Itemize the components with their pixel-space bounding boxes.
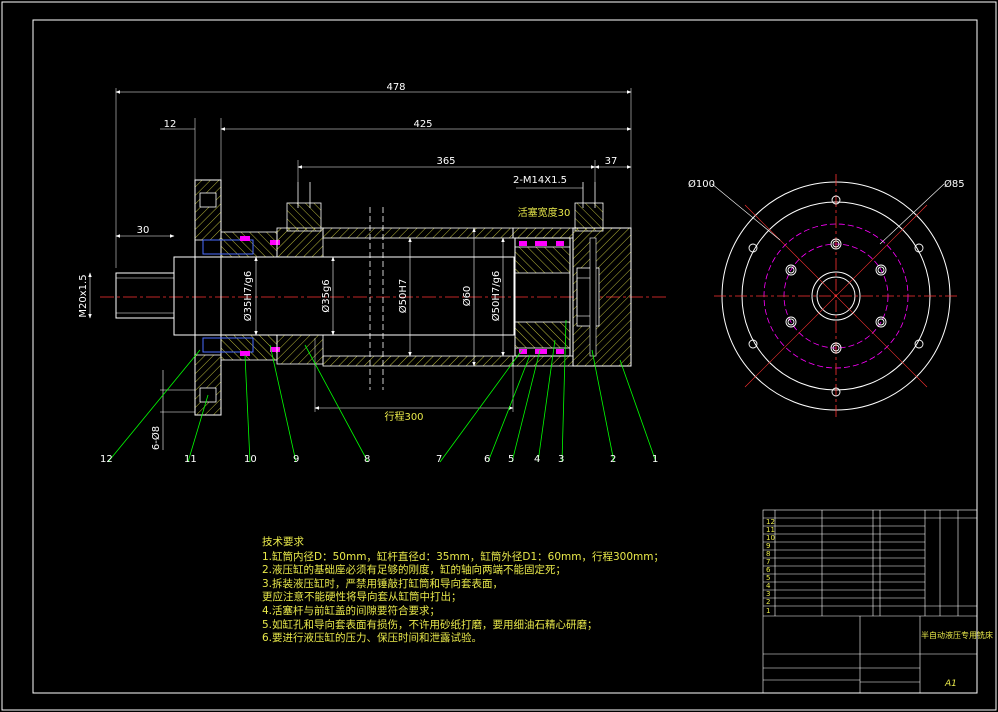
dim-12: 12: [164, 119, 177, 130]
dim-piston: Ø50H7/g6: [490, 271, 502, 322]
part-label-4: 4: [534, 454, 540, 465]
dim-bore: Ø50H7: [397, 279, 409, 313]
tb-row-5: 5: [766, 574, 770, 582]
part-label-8: 8: [364, 454, 370, 465]
tb-row-6: 6: [766, 566, 771, 574]
part-label-11: 11: [184, 454, 197, 465]
tech-req-line-6: 5.如缸孔和导向套表面有损伤，不许用砂纸打磨，要用细油石精心研磨；: [262, 618, 598, 631]
dim-thread-port: 2-M14X1.5: [513, 175, 567, 186]
dim-rod-thread: M20x1.5: [78, 274, 89, 317]
tech-req-line-1: 1.缸筒内径D：50mm，缸杆直径d：35mm，缸筒外径D1：60mm，行程30…: [262, 550, 664, 563]
dim-overall: 478: [386, 82, 405, 93]
tb-sheet-size: A1: [944, 679, 957, 689]
tb-row-8: 8: [766, 550, 770, 558]
dim-rod-bore: Ø35H7/g6: [242, 271, 254, 322]
tb-row-3: 3: [766, 590, 770, 598]
tb-row-11: 11: [766, 526, 775, 534]
technical-requirements: 技术要求 1.缸筒内径D：50mm，缸杆直径d：35mm，缸筒外径D1：60mm…: [262, 536, 664, 646]
part-label-12: 12: [100, 454, 113, 465]
part-label-5: 5: [508, 454, 514, 465]
dim-holes: 6-Ø8: [150, 426, 162, 450]
part-label-1: 1: [652, 454, 658, 465]
end-view: Ø100 Ø85: [688, 174, 965, 418]
tech-req-line-4: 更应注意不能硬性将导向套从缸筒中打出；: [262, 591, 462, 604]
tb-row-4: 4: [766, 582, 771, 590]
tech-req-line-3: 3.拆装液压缸时，严禁用锤敲打缸筒和导向套表面，: [262, 577, 504, 590]
part-number-labels: 12 11 10 9 8 7 6 5 4 3 2 1: [100, 454, 658, 465]
tb-row-1: 1: [766, 607, 770, 615]
title-block-text: 12 11 10 9 8 7 6 5 4 3 2 1 半自动液压专用铣床 A1: [766, 518, 993, 689]
part-label-2: 2: [610, 454, 616, 465]
dim-end-d100: Ø100: [688, 178, 715, 190]
tech-req-title: 技术要求: [262, 536, 304, 548]
dim-piston-width: 活塞宽度30: [518, 206, 571, 219]
part-label-6: 6: [484, 454, 490, 465]
dim-end-d85: Ø85: [944, 178, 965, 190]
tech-req-line-5: 4.活塞杆与前缸盖的间隙要符合要求；: [262, 604, 441, 617]
dim-stroke: 行程300: [384, 410, 423, 423]
dim-30: 30: [137, 225, 150, 236]
dim-37: 37: [605, 156, 618, 167]
tb-row-2: 2: [766, 598, 770, 606]
tb-project-title: 半自动液压专用铣床: [921, 630, 993, 640]
tech-req-line-2: 2.液压缸的基础座必须有足够的刚度，缸的轴向两端不能固定死；: [262, 564, 567, 577]
tb-row-7: 7: [766, 558, 770, 566]
part-label-7: 7: [436, 454, 442, 465]
tb-row-12: 12: [766, 518, 775, 526]
tb-row-9: 9: [766, 542, 770, 550]
cylinder-section: [100, 179, 668, 416]
title-block: [762, 509, 978, 694]
tb-row-10: 10: [766, 534, 775, 542]
part-label-10: 10: [244, 454, 257, 465]
tech-req-line-7: 6.要进行液压缸的压力、保压时间和泄露试验。: [262, 632, 483, 645]
part-label-3: 3: [558, 454, 564, 465]
dim-365: 365: [436, 156, 455, 167]
dim-rod: Ø35g6: [320, 279, 332, 312]
part-label-9: 9: [293, 454, 299, 465]
dim-outer: Ø60: [461, 286, 473, 307]
dim-425: 425: [413, 119, 432, 130]
